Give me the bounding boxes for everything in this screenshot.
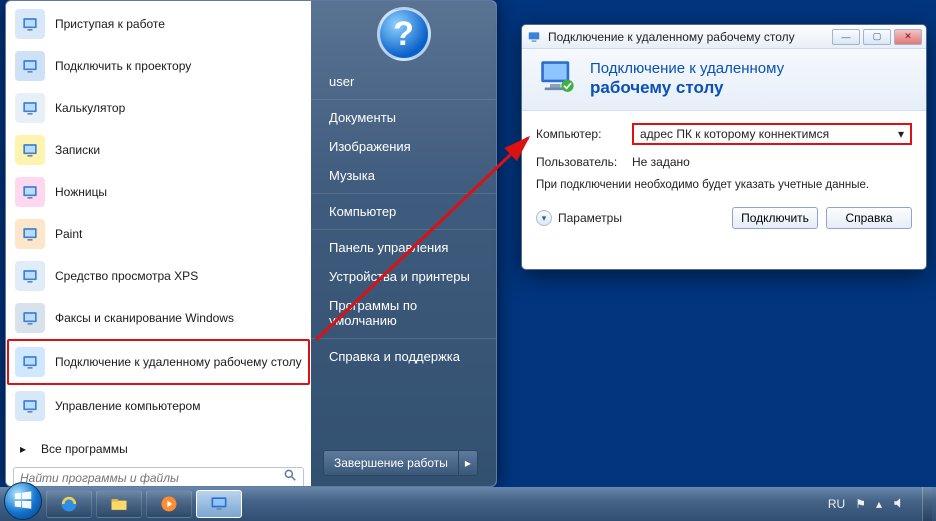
start-menu-left-panel: Приступая к работе Подключить к проектор…: [6, 1, 311, 486]
right-nav-item[interactable]: Компьютер: [311, 193, 496, 226]
computer-value: адрес ПК к которому коннектимся: [640, 127, 829, 141]
rdp-titlebar-icon: [526, 29, 542, 45]
start-item-sticky-notes[interactable]: Записки: [7, 129, 310, 171]
taskbar: RU ⚑ ▴: [0, 487, 936, 521]
projector-icon: [15, 51, 45, 81]
start-item-calculator[interactable]: Калькулятор: [7, 87, 310, 129]
xps-viewer-icon: [15, 261, 45, 291]
start-item-label: Факсы и сканирование Windows: [55, 311, 234, 325]
rdp-banner-icon: [536, 56, 578, 103]
start-item-label: Подключение к удаленному рабочему столу: [55, 355, 302, 369]
start-item-getting-started[interactable]: Приступая к работе: [7, 3, 310, 45]
rdp-task-icon: [209, 494, 229, 514]
chevron-down-icon: ▾: [536, 210, 552, 226]
start-item-paint[interactable]: Paint: [7, 213, 310, 255]
taskbar-ie[interactable]: [46, 490, 92, 518]
help-button[interactable]: Справка: [826, 207, 912, 229]
user-value: Не задано: [632, 155, 690, 169]
system-tray: RU ⚑ ▴: [828, 496, 912, 513]
taskbar-explorer[interactable]: [96, 490, 142, 518]
tray-expand-icon[interactable]: ▴: [876, 497, 882, 511]
start-menu: Приступая к работе Подключить к проектор…: [5, 0, 497, 487]
connect-button[interactable]: Подключить: [732, 207, 818, 229]
computer-label: Компьютер:: [536, 127, 622, 141]
right-nav-item[interactable]: Документы: [311, 99, 496, 132]
start-item-computer-management[interactable]: Управление компьютером: [7, 385, 310, 427]
start-menu-right-panel: ? user ДокументыИзображенияМузыка Компьюте…: [311, 1, 496, 486]
start-orb[interactable]: [4, 482, 42, 520]
options-expander[interactable]: ▾ Параметры: [536, 210, 622, 226]
user-label: Пользователь:: [536, 155, 622, 169]
calculator-icon: [15, 93, 45, 123]
search-input[interactable]: [20, 471, 283, 485]
start-item-projector[interactable]: Подключить к проектору: [7, 45, 310, 87]
getting-started-icon: [15, 9, 45, 39]
all-programs-label: Все программы: [41, 442, 128, 456]
right-nav-item[interactable]: Изображения: [311, 132, 496, 161]
sticky-notes-icon: [15, 135, 45, 165]
start-item-rdp[interactable]: Подключение к удаленному рабочему столу: [7, 339, 310, 385]
start-item-snipping-tool[interactable]: Ножницы: [7, 171, 310, 213]
chevron-down-icon: ▾: [898, 127, 904, 141]
right-nav-item[interactable]: Справка и поддержка: [311, 338, 496, 371]
computer-combobox[interactable]: адрес ПК к которому коннектимся ▾: [632, 123, 912, 145]
show-desktop-button[interactable]: [922, 487, 932, 521]
rdp-icon: [15, 347, 45, 377]
taskbar-rdp-task[interactable]: [196, 490, 242, 518]
start-item-label: Ножницы: [55, 185, 107, 199]
paint-icon: [15, 219, 45, 249]
start-item-fax-scan[interactable]: Факсы и сканирование Windows: [7, 297, 310, 339]
shutdown-button[interactable]: Завершение работы: [323, 450, 459, 476]
rdp-banner: Подключение к удаленному рабочему столу: [522, 49, 926, 111]
shutdown-group: Завершение работы ▸: [323, 450, 484, 476]
start-item-label: Подключить к проектору: [55, 59, 191, 73]
start-search[interactable]: [13, 467, 304, 487]
rdp-dialog: Подключение к удаленному рабочему столу …: [521, 24, 927, 270]
right-nav-item[interactable]: user: [311, 67, 496, 96]
fax-scan-icon: [15, 303, 45, 333]
start-item-label: Средство просмотра XPS: [55, 269, 198, 283]
maximize-button[interactable]: ▢: [863, 29, 891, 45]
right-nav-item[interactable]: Панель управления: [311, 229, 496, 262]
all-programs[interactable]: ▸ Все программы: [7, 435, 310, 463]
flag-icon[interactable]: ⚑: [855, 497, 866, 511]
search-icon: [283, 468, 297, 487]
language-indicator[interactable]: RU: [828, 497, 845, 511]
start-item-label: Paint: [55, 227, 82, 241]
computer-management-icon: [15, 391, 45, 421]
ie-icon: [59, 494, 79, 514]
credentials-note: При подключении необходимо будет указать…: [536, 179, 912, 191]
start-item-label: Калькулятор: [55, 101, 125, 115]
start-item-label: Записки: [55, 143, 100, 157]
right-nav-item[interactable]: Программы по умолчанию: [311, 291, 496, 335]
triangle-right-icon: ▸: [15, 441, 31, 457]
shutdown-options-button[interactable]: ▸: [459, 450, 478, 476]
wmp-icon: [159, 494, 179, 514]
close-button[interactable]: ✕: [894, 29, 922, 45]
right-nav-item[interactable]: Музыка: [311, 161, 496, 190]
help-avatar-icon: ?: [377, 7, 431, 61]
taskbar-wmp[interactable]: [146, 490, 192, 518]
volume-icon[interactable]: [892, 496, 906, 513]
snipping-tool-icon: [15, 177, 45, 207]
start-item-label: Управление компьютером: [55, 399, 200, 413]
start-item-label: Приступая к работе: [55, 17, 165, 31]
rdp-title: Подключение к удаленному рабочему столу: [548, 30, 795, 44]
rdp-banner-text: Подключение к удаленному рабочему столу: [590, 60, 784, 98]
minimize-button[interactable]: —: [832, 29, 860, 45]
explorer-icon: [109, 494, 129, 514]
start-item-xps-viewer[interactable]: Средство просмотра XPS: [7, 255, 310, 297]
rdp-titlebar[interactable]: Подключение к удаленному рабочему столу …: [522, 25, 926, 49]
right-nav-item[interactable]: Устройства и принтеры: [311, 262, 496, 291]
